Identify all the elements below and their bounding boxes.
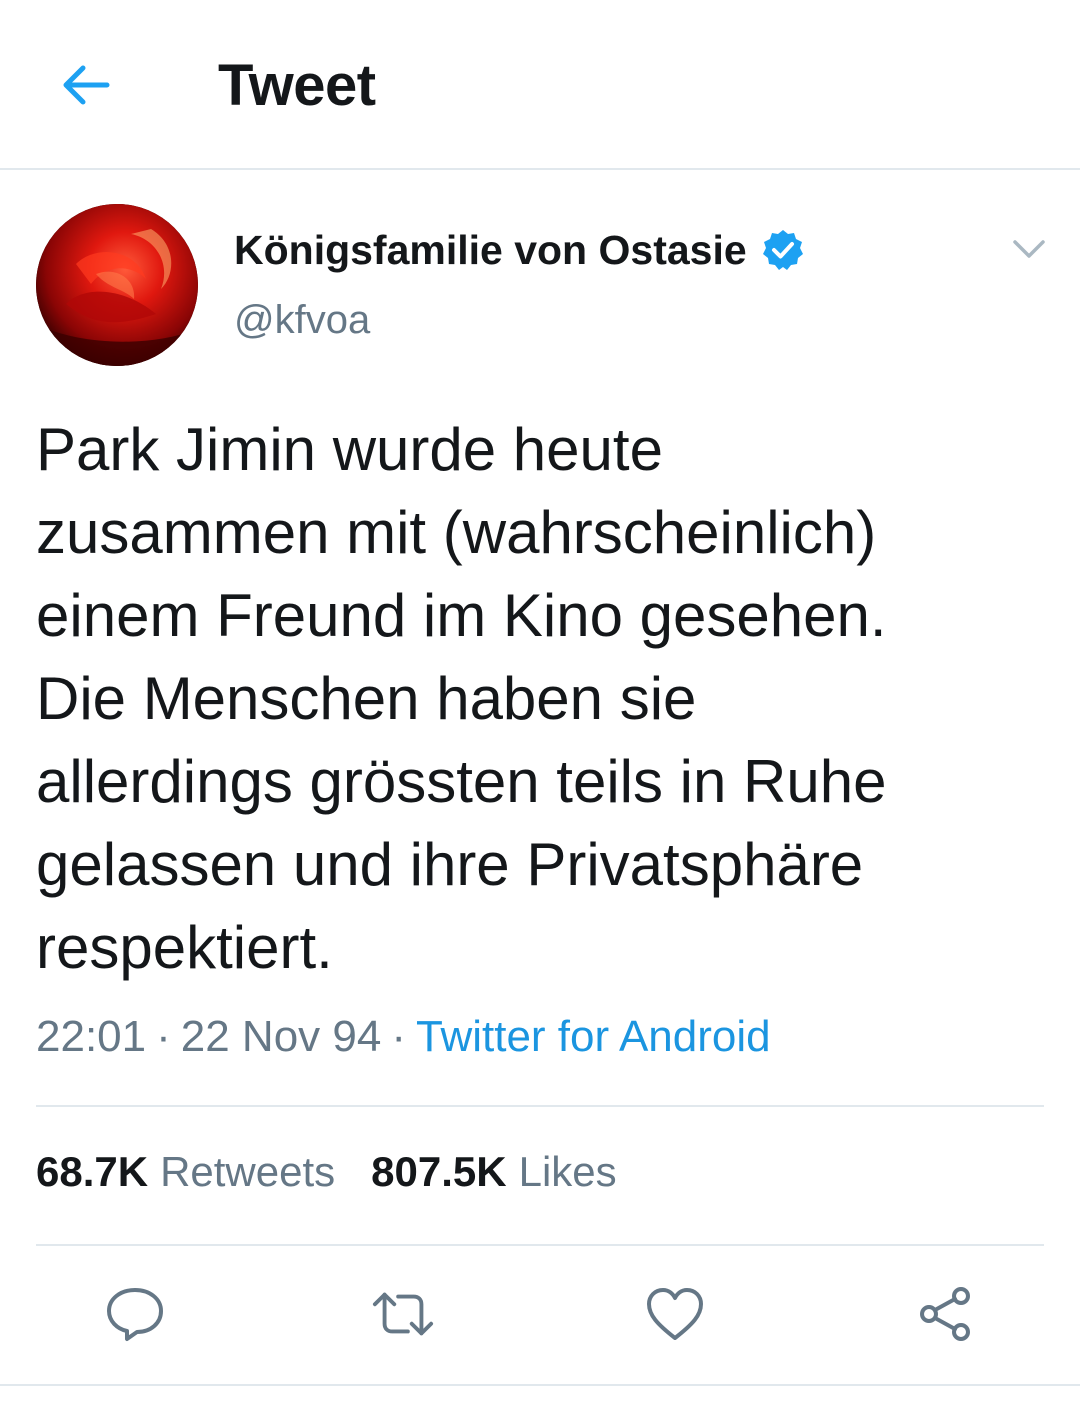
author-display-name[interactable]: Königsfamilie von Ostasie [234,227,747,274]
likes-stat[interactable]: 807.5K Likes [371,1148,617,1195]
tweet-detail-screen: Tweet Königsfamilie von Ostasie @kfvoa P… [0,0,1080,1405]
chevron-down-icon [1013,240,1045,258]
tweet-stats: 68.7K Retweets 807.5K Likes [36,1148,617,1196]
retweets-stat[interactable]: 68.7K Retweets [36,1148,335,1195]
avatar[interactable] [36,204,198,366]
author-name-row[interactable]: Königsfamilie von Ostasie [234,222,805,278]
retweet-button[interactable] [371,1282,435,1346]
divider [36,1105,1044,1107]
heart-icon [647,1288,703,1340]
tweet-time: 22:01 [36,1012,147,1061]
red-rose-avatar [36,204,198,366]
tweet-source-link[interactable]: Twitter for Android [416,1012,771,1061]
retweets-label: Retweets [160,1148,336,1195]
author-handle[interactable]: @kfvoa [234,298,370,343]
tweet-text: Park Jimin wurde heute zusammen mit (wah… [36,416,887,981]
arrow-left-icon [63,65,110,105]
share-button[interactable] [913,1282,977,1346]
verified-badge-icon [762,230,803,270]
tweet-meta: 22:01 · 22 Nov 94 · Twitter for Android [36,1012,771,1062]
retweet-icon [372,1292,434,1336]
meta-separator: · [156,1012,171,1061]
tweet-menu-button[interactable] [1006,226,1052,272]
like-button[interactable] [643,1282,707,1346]
back-button[interactable] [50,50,120,120]
meta-separator: · [391,1012,406,1061]
share-icon [920,1287,970,1341]
tweet-date: 22 Nov 94 [180,1012,382,1061]
likes-count: 807.5K [371,1148,507,1195]
retweets-count: 68.7K [36,1148,149,1195]
divider [36,1244,1044,1246]
reply-button[interactable] [103,1282,167,1346]
reply-icon [107,1288,163,1341]
divider [0,1384,1080,1386]
page-title: Tweet [218,53,376,118]
likes-label: Likes [518,1148,617,1195]
top-app-bar: Tweet [0,0,1080,170]
